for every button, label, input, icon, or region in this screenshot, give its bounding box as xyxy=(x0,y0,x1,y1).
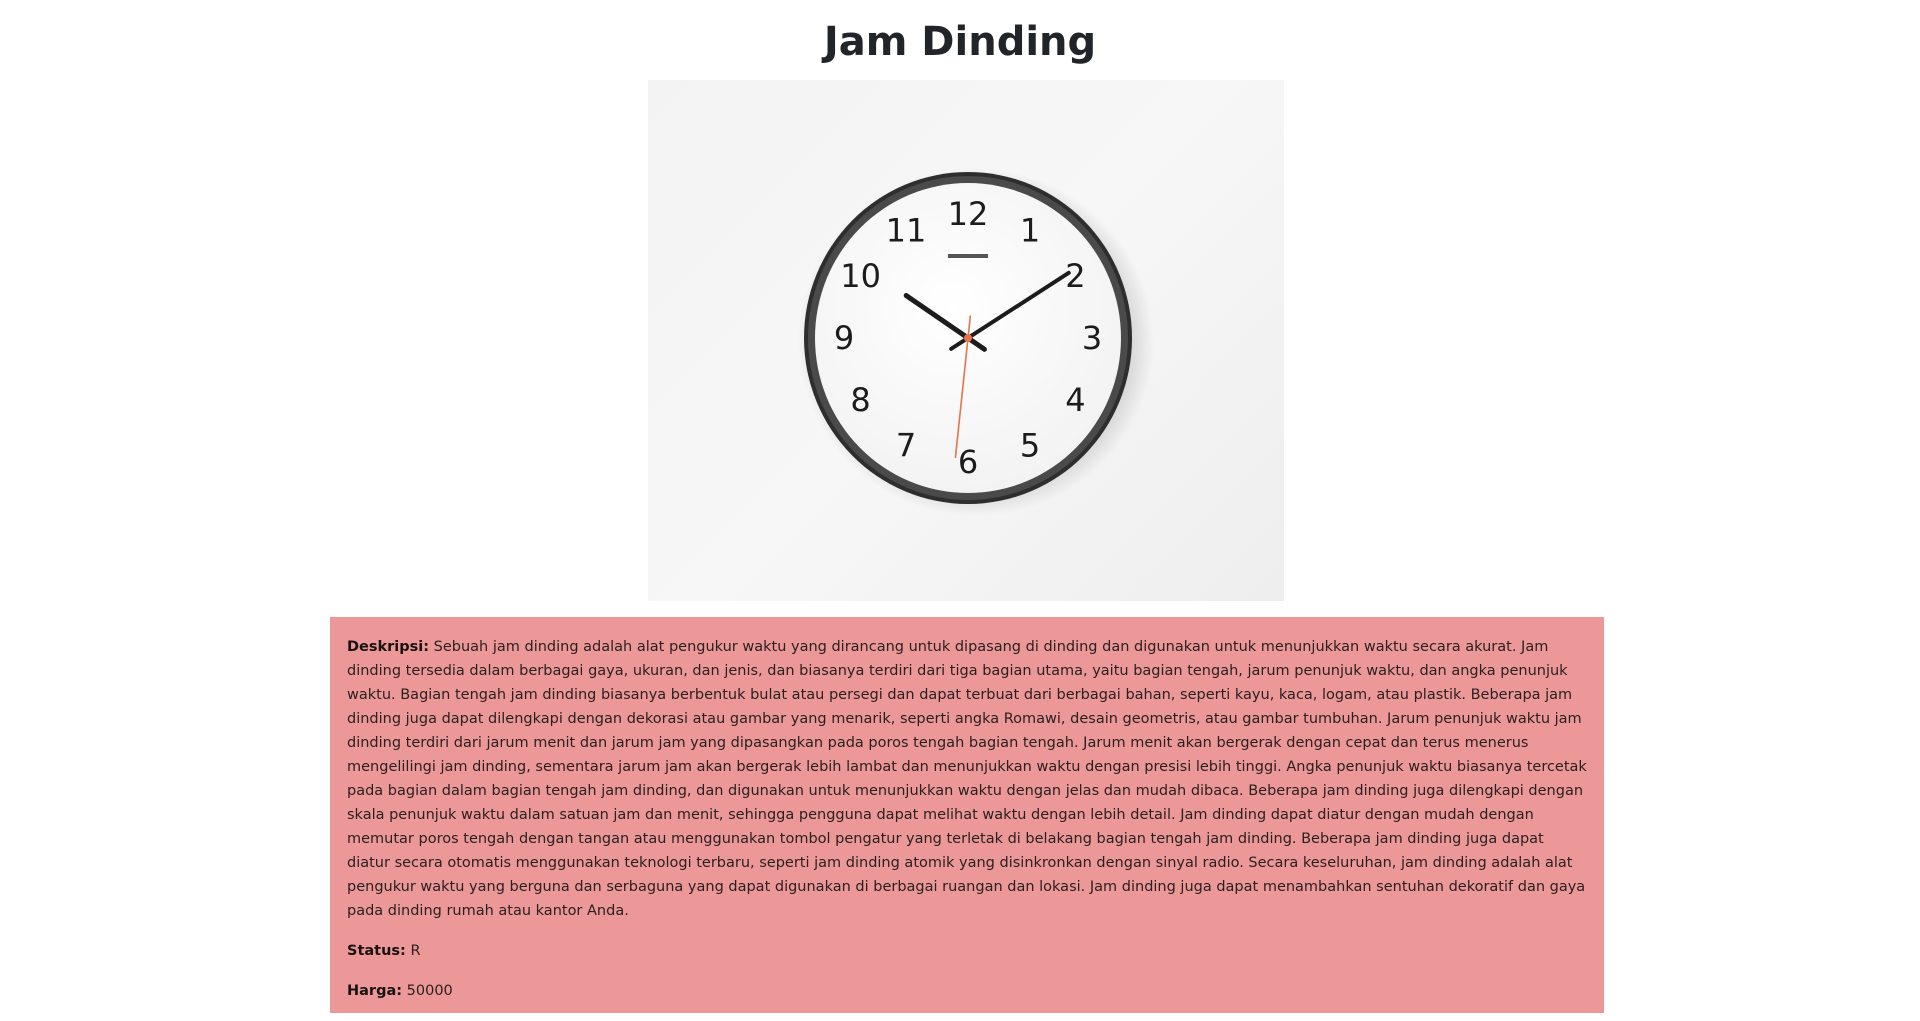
clock-numeral: 5 xyxy=(1020,426,1040,464)
clock-numeral: 10 xyxy=(840,257,881,295)
product-image: 12 1 2 3 4 5 6 7 8 9 10 11 xyxy=(648,80,1284,601)
clock-numeral: 3 xyxy=(1082,319,1102,357)
status-row: Status: R xyxy=(347,939,1588,963)
description-row: Deskripsi: Sebuah jam dinding adalah ala… xyxy=(347,635,1588,923)
clock-numeral: 4 xyxy=(1065,381,1085,419)
clock-center-pin xyxy=(964,334,972,342)
description-label: Deskripsi: xyxy=(347,639,430,655)
clock-numeral: 11 xyxy=(886,212,927,250)
clock-numeral: 6 xyxy=(958,443,978,481)
wall-clock-photo-icon: 12 12 3 45 6 78 9 1011 xyxy=(798,168,1154,516)
status-value: R xyxy=(410,943,421,959)
clock-numeral: 9 xyxy=(834,319,854,357)
product-details-panel: Deskripsi: Sebuah jam dinding adalah ala… xyxy=(330,617,1604,1013)
clock-numeral: 8 xyxy=(850,381,870,419)
page-title: Jam Dinding xyxy=(823,19,1097,65)
clock-numeral: 1 xyxy=(1020,212,1040,250)
status-label: Status: xyxy=(347,943,406,959)
price-label: Harga: xyxy=(347,983,403,999)
price-value: 50000 xyxy=(406,983,453,999)
clock-brand-mark xyxy=(948,254,988,258)
price-row: Harga: 50000 xyxy=(347,979,1588,1003)
clock-numeral: 2 xyxy=(1065,257,1085,295)
clock-numeral: 7 xyxy=(896,426,916,464)
clock-numeral: 12 xyxy=(948,195,989,233)
description-text: Sebuah jam dinding adalah alat pengukur … xyxy=(347,639,1587,919)
product-detail-page: Jam Dinding 12 1 2 3 4 5 6 7 8 9 10 11 D… xyxy=(0,0,1920,1021)
